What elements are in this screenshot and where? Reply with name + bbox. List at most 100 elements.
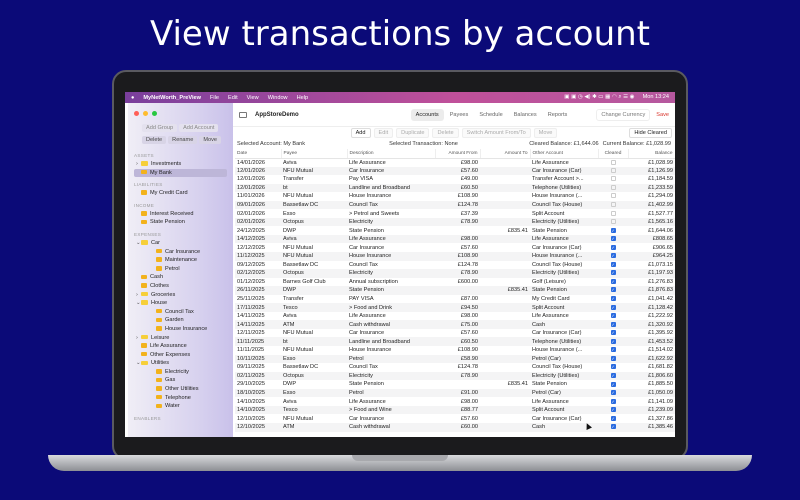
table-row[interactable]: 24/12/2025 DWP State Pension £835.41 State P…: [235, 226, 675, 235]
table-row[interactable]: 11/12/2025 NFU Mutual House Insurance £108.…: [235, 252, 675, 261]
table-row[interactable]: 02/01/2026 Octopus Electricity £78.90 Electr…: [235, 217, 675, 227]
table-row[interactable]: 18/10/2025 Esso Petrol £91.00 Petrol (Car) ✓ £…: [235, 388, 675, 398]
cleared-cell[interactable]: ✓: [598, 278, 628, 287]
cleared-cell[interactable]: ✓: [598, 243, 628, 252]
cleared-cell[interactable]: ✓: [598, 320, 628, 329]
cleared-cell[interactable]: ✓: [598, 226, 628, 235]
table-row[interactable]: 14/10/2025 Tesco > Food and Wine £88.77 Spli…: [235, 405, 675, 415]
edit-transaction-button[interactable]: Edit: [373, 128, 394, 138]
cleared-cell[interactable]: ✓: [598, 312, 628, 321]
close-window-button[interactable]: [134, 111, 139, 116]
cleared-cell[interactable]: ✓: [598, 405, 628, 415]
duplicate-transaction-button[interactable]: Duplicate: [396, 128, 430, 138]
cleared-cell[interactable]: ✓: [598, 329, 628, 338]
column-header[interactable]: Payee: [281, 149, 348, 159]
sidebar-item[interactable]: Telephone: [134, 394, 227, 403]
sidebar-item[interactable]: Gas: [134, 376, 227, 385]
sidebar-item[interactable]: Other Utilities: [134, 385, 227, 394]
cleared-checkbox[interactable]: ✓: [610, 270, 616, 276]
table-row[interactable]: 09/12/2025 Bassetlaw DC Council Tax £124.78…: [235, 261, 675, 270]
menu-window[interactable]: Window: [268, 95, 288, 101]
menu-app-name[interactable]: MyNetWorth_PreView: [143, 95, 201, 101]
sidebar-item[interactable]: › Groceries: [134, 291, 227, 300]
tab-accounts[interactable]: Accounts: [410, 108, 444, 121]
cleared-checkbox[interactable]: ✓: [610, 355, 616, 361]
table-row[interactable]: 12/01/2026 bt Landline and Broadband £60.50…: [235, 183, 675, 193]
cleared-checkbox[interactable]: ✓: [610, 261, 616, 267]
sidebar-item[interactable]: My Bank: [134, 168, 227, 178]
add-transaction-button[interactable]: Add: [350, 128, 371, 138]
cleared-checkbox[interactable]: ✓: [610, 227, 616, 233]
cleared-cell[interactable]: ✓: [598, 354, 628, 364]
table-row[interactable]: 12/11/2025 NFU Mutual Car Insurance £57.60 C…: [235, 329, 675, 338]
sidebar-item[interactable]: ⌄ Utilities: [134, 359, 227, 368]
table-row[interactable]: 29/10/2025 DWP State Pension £835.41 State P…: [235, 380, 675, 389]
cleared-checkbox[interactable]: ✓: [610, 372, 616, 378]
switch-amount-button[interactable]: Switch Amount From/To: [461, 128, 531, 138]
column-header[interactable]: Description: [347, 149, 436, 159]
cleared-checkbox[interactable]: [610, 176, 616, 182]
table-row[interactable]: 11/01/2026 NFU Mutual House Insurance £108.…: [235, 192, 675, 201]
cleared-checkbox[interactable]: ✓: [610, 330, 616, 336]
cleared-cell[interactable]: [598, 200, 628, 210]
cleared-cell[interactable]: ✓: [598, 422, 628, 432]
cleared-checkbox[interactable]: [610, 202, 616, 208]
cleared-cell[interactable]: ✓: [598, 363, 628, 372]
cleared-cell[interactable]: ✓: [598, 388, 628, 398]
tab-schedule[interactable]: Schedule: [474, 109, 507, 121]
sidebar-item[interactable]: Life Assurance: [134, 342, 227, 351]
cleared-cell[interactable]: ✓: [598, 295, 628, 304]
delete-account-button[interactable]: Delete: [142, 136, 167, 144]
column-header[interactable]: Date: [235, 149, 282, 159]
cleared-cell[interactable]: ✓: [598, 397, 628, 406]
table-row[interactable]: 01/12/2025 Barnes Golf Club Annual subscri…: [235, 278, 675, 287]
rename-account-button[interactable]: Rename: [168, 136, 198, 144]
cleared-checkbox[interactable]: ✓: [610, 398, 616, 404]
cleared-cell[interactable]: ✓: [598, 252, 628, 261]
table-row[interactable]: 25/11/2025 Transfer PAY VISA £87.00 My Credi…: [235, 295, 675, 304]
sidebar-item[interactable]: Maintenance: [134, 256, 227, 265]
zoom-window-button[interactable]: [152, 111, 157, 116]
cleared-checkbox[interactable]: [610, 193, 616, 199]
column-header[interactable]: Amount To: [480, 149, 531, 159]
sidebar-item[interactable]: ⌄ Car: [134, 239, 227, 248]
add-group-button[interactable]: Add Group: [142, 124, 178, 132]
cleared-cell[interactable]: [598, 192, 628, 201]
change-currency-button[interactable]: Change Currency: [596, 108, 651, 121]
sidebar-item[interactable]: Petrol: [134, 265, 227, 274]
cleared-checkbox[interactable]: ✓: [610, 253, 616, 259]
table-row[interactable]: 14/10/2025 Aviva Life Assurance £98.00 Life …: [235, 397, 675, 406]
menu-clock[interactable]: Mon 13:24: [643, 94, 669, 101]
table-row[interactable]: 09/01/2026 Bassetlaw DC Council Tax £124.78…: [235, 200, 675, 210]
cleared-checkbox[interactable]: ✓: [610, 304, 616, 310]
cleared-checkbox[interactable]: ✓: [610, 424, 616, 430]
menu-file[interactable]: File: [210, 95, 219, 101]
cleared-checkbox[interactable]: ✓: [610, 313, 616, 319]
column-header[interactable]: Cleared: [598, 149, 629, 159]
cleared-cell[interactable]: ✓: [598, 371, 628, 381]
cleared-checkbox[interactable]: ✓: [610, 244, 616, 250]
hide-cleared-button[interactable]: Hide Cleared: [629, 128, 672, 138]
column-header[interactable]: Other Account: [530, 149, 599, 159]
cleared-checkbox[interactable]: ✓: [610, 287, 616, 293]
cleared-checkbox[interactable]: ✓: [610, 364, 616, 370]
cleared-checkbox[interactable]: ✓: [610, 415, 616, 421]
cleared-cell[interactable]: ✓: [598, 261, 628, 270]
sidebar-item[interactable]: Interest Received: [134, 210, 227, 219]
cleared-cell[interactable]: ✓: [598, 234, 628, 244]
cleared-checkbox[interactable]: ✓: [610, 390, 616, 396]
sidebar-item[interactable]: › Leisure: [134, 334, 227, 343]
sidebar-item[interactable]: Clothes: [134, 282, 227, 291]
table-row[interactable]: 26/11/2025 DWP State Pension £835.41 State P…: [235, 286, 675, 295]
add-account-button[interactable]: Add Account: [179, 124, 219, 132]
tab-balances[interactable]: Balances: [509, 109, 542, 121]
move-transaction-button[interactable]: Move: [533, 128, 558, 138]
delete-transaction-button[interactable]: Delete: [432, 128, 459, 138]
cleared-checkbox[interactable]: ✓: [610, 236, 616, 242]
table-row[interactable]: 17/11/2025 Tesco > Food and Drink £94.50 Spl…: [235, 303, 675, 312]
cleared-checkbox[interactable]: [610, 167, 616, 173]
minimize-window-button[interactable]: [143, 111, 148, 116]
cleared-cell[interactable]: [598, 217, 628, 227]
menu-help[interactable]: Help: [297, 95, 309, 101]
cleared-cell[interactable]: ✓: [598, 337, 628, 347]
